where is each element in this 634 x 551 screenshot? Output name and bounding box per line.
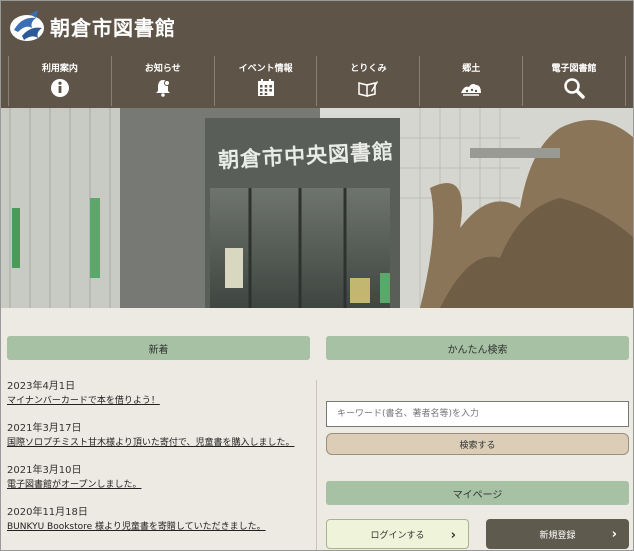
search-section-title: かんたん検索 — [326, 336, 629, 360]
nav-label: 利用案内 — [41, 64, 78, 74]
news-item: 2021年3月17日 国際ソロプチミスト甘木様より頂いた寄付で、児童書を購入しま… — [7, 422, 307, 450]
news-date: 2023年4月1日 — [7, 381, 76, 392]
nav-item-local[interactable]: 郷土 — [419, 56, 522, 106]
nav-label: 電子図書館 — [551, 64, 597, 74]
search-icon — [563, 77, 585, 99]
hero-library-photo: 朝倉市中央図書館 — [0, 108, 634, 308]
news-date: 2020年11月18日 — [7, 507, 88, 518]
nav-item-initiatives[interactable]: とりくみ — [316, 56, 419, 106]
landscape-icon — [460, 77, 482, 99]
news-date: 2021年3月17日 — [7, 423, 82, 434]
login-button-label: ログインする — [370, 530, 425, 541]
mypage-section-title: マイページ — [326, 481, 629, 505]
main-nav: 利用案内 お知らせ イベント情報 とりくみ 郷土 電子図書館 — [8, 56, 626, 106]
nav-item-guide[interactable]: 利用案内 — [8, 56, 111, 106]
site-logo[interactable]: 朝倉市図書館 — [8, 6, 176, 46]
site-title: 朝倉市図書館 — [50, 15, 176, 40]
site-header: 朝倉市図書館 利用案内 お知らせ イベント情報 とりくみ 郷土 電子図書館 — [0, 0, 634, 108]
nav-label: とりくみ — [350, 64, 387, 74]
info-icon — [49, 77, 71, 99]
nav-item-events[interactable]: イベント情報 — [213, 56, 317, 106]
news-link[interactable]: BUNKYU Bookstore 様より児童書を寄贈していただきました。 — [7, 520, 307, 534]
news-list: 2023年4月1日 マイナンバーカードで本を借りよう！ 2021年3月17日 国… — [7, 380, 307, 548]
search-button[interactable]: 検索する — [326, 433, 629, 455]
column-divider — [316, 380, 317, 551]
nav-label: 郷土 — [462, 64, 481, 74]
bell-icon — [152, 77, 174, 99]
calendar-icon — [255, 77, 277, 99]
nav-label: お知らせ — [144, 64, 181, 74]
news-item: 2023年4月1日 マイナンバーカードで本を借りよう！ — [7, 380, 307, 408]
news-item: 2021年3月10日 電子図書館がオープンしました。 — [7, 464, 307, 492]
register-button[interactable]: 新規登録 › — [486, 519, 629, 549]
nav-item-ebook[interactable]: 電子図書館 — [522, 56, 626, 106]
news-link[interactable]: 国際ソロプチミスト甘木様より頂いた寄付で、児童書を購入しました。 — [7, 436, 307, 450]
chevron-right-icon: › — [611, 527, 617, 542]
keyword-search-input[interactable] — [326, 401, 629, 427]
chevron-right-icon: › — [450, 528, 456, 543]
news-link[interactable]: マイナンバーカードで本を借りよう！ — [7, 394, 307, 408]
news-section-title: 新着 — [7, 336, 310, 360]
nav-item-news[interactable]: お知らせ — [110, 56, 214, 106]
library-logo-icon — [8, 8, 46, 44]
news-item: 2020年11月18日 BUNKYU Bookstore 様より児童書を寄贈して… — [7, 506, 307, 534]
login-button[interactable]: ログインする › — [326, 519, 469, 549]
nav-label: イベント情報 — [238, 64, 293, 74]
news-date: 2021年3月10日 — [7, 465, 82, 476]
book-pen-icon — [357, 77, 379, 99]
register-button-label: 新規登録 — [539, 530, 576, 541]
news-link[interactable]: 電子図書館がオープンしました。 — [7, 478, 307, 492]
